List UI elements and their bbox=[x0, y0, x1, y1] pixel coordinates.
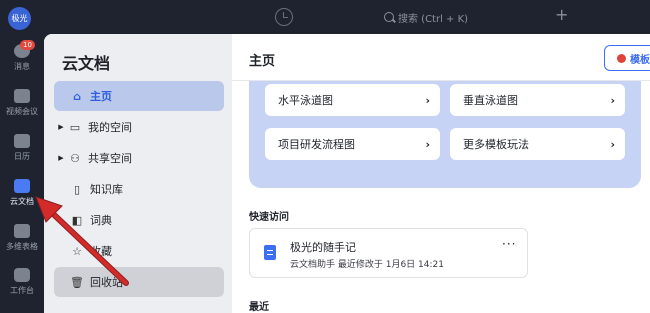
workbench-icon bbox=[14, 268, 30, 282]
chevron-right-icon: › bbox=[425, 93, 430, 107]
trash-icon: 🗑 bbox=[70, 275, 84, 289]
table-icon bbox=[14, 224, 30, 238]
rail-item-messages[interactable]: 10 消息 bbox=[0, 40, 44, 72]
app-rail: 10 消息 视频会议 日历 云文档 多维表格 工作台 bbox=[0, 34, 44, 313]
add-button[interactable]: + bbox=[555, 6, 568, 24]
doc-name: 极光的随手记 bbox=[290, 241, 356, 254]
templates-panel: 水平泳道图 › 垂直泳道图 › 项目研发流程图 › 更多模板玩法 › bbox=[249, 81, 641, 188]
template-logo-icon bbox=[617, 53, 626, 63]
rail-item-video[interactable]: 视频会议 bbox=[0, 89, 44, 117]
template-card[interactable]: 水平泳道图 › bbox=[265, 84, 440, 116]
cloud-doc-icon bbox=[14, 179, 30, 193]
expand-arrow-icon[interactable]: ▶ bbox=[54, 123, 68, 131]
chevron-right-icon: › bbox=[610, 137, 615, 151]
book-icon: ▯ bbox=[73, 182, 81, 196]
template-card-label: 水平泳道图 bbox=[278, 94, 333, 107]
search-icon bbox=[384, 12, 394, 22]
calendar-icon bbox=[14, 134, 30, 148]
template-card-label: 项目研发流程图 bbox=[278, 138, 355, 151]
doc-meta: 云文档助手 最近修改于 1月6日 14:21 bbox=[290, 260, 444, 270]
sidebar-item-trash[interactable]: 🗑 回收站 bbox=[54, 267, 224, 297]
search-bar[interactable]: 搜索 (Ctrl + K) bbox=[384, 8, 468, 26]
template-button-label: 模板 bbox=[630, 54, 650, 66]
content-pane: 主页 模板 水平泳道图 › 垂直泳道图 › 项目研发流程图 › 更多模板玩法 › bbox=[232, 34, 650, 313]
rail-label: 云文档 bbox=[10, 197, 34, 206]
doc-sidebar: 云文档 ⌂ 主页 ▶ ▭ 我的空间 ▶ ⚇ 共享空间 ▯ 知识库 ◧ 词典 ☆ … bbox=[44, 34, 232, 313]
sidebar-title: 云文档 bbox=[62, 54, 111, 73]
sidebar-item-favorites[interactable]: ☆ 收藏 bbox=[54, 236, 224, 266]
template-card-label: 更多模板玩法 bbox=[463, 138, 529, 151]
avatar[interactable]: 极光 bbox=[8, 7, 31, 30]
sidebar-item-label: 知识库 bbox=[90, 183, 123, 196]
rail-item-workbench[interactable]: 工作台 bbox=[0, 268, 44, 296]
sidebar-item-label: 主页 bbox=[90, 90, 112, 103]
home-icon: ⌂ bbox=[73, 89, 81, 103]
sidebar-item-home[interactable]: ⌂ 主页 bbox=[54, 81, 224, 111]
rail-item-cloud-doc[interactable]: 云文档 bbox=[0, 179, 44, 207]
more-options-button[interactable]: ··· bbox=[502, 237, 516, 251]
quick-access-doc-card[interactable]: 极光的随手记 云文档助手 最近修改于 1月6日 14:21 ··· bbox=[249, 228, 528, 278]
rail-item-calendar[interactable]: 日历 bbox=[0, 134, 44, 162]
template-card-label: 垂直泳道图 bbox=[463, 94, 518, 107]
rail-item-bitable[interactable]: 多维表格 bbox=[0, 224, 44, 252]
unread-badge: 10 bbox=[20, 40, 35, 50]
template-button[interactable]: 模板 bbox=[604, 45, 650, 71]
search-placeholder: 搜索 (Ctrl + K) bbox=[398, 13, 469, 25]
sidebar-item-label: 回收站 bbox=[90, 276, 123, 289]
sidebar-item-shared-space[interactable]: ▶ ⚇ 共享空间 bbox=[54, 143, 224, 173]
rail-label: 日历 bbox=[14, 152, 30, 161]
template-card[interactable]: 更多模板玩法 › bbox=[450, 128, 625, 160]
template-card[interactable]: 项目研发流程图 › bbox=[265, 128, 440, 160]
rail-label: 视频会议 bbox=[6, 107, 38, 116]
chevron-right-icon: › bbox=[610, 93, 615, 107]
rail-label: 消息 bbox=[14, 62, 30, 71]
template-card[interactable]: 垂直泳道图 › bbox=[450, 84, 625, 116]
dictionary-icon: ◧ bbox=[71, 213, 83, 227]
chevron-right-icon: › bbox=[425, 137, 430, 151]
video-icon bbox=[14, 89, 30, 103]
sidebar-item-label: 收藏 bbox=[90, 245, 112, 258]
sidebar-item-label: 词典 bbox=[90, 214, 112, 227]
sidebar-item-dictionary[interactable]: ◧ 词典 bbox=[54, 205, 224, 235]
recent-title: 最近 bbox=[249, 302, 269, 313]
main-area: 云文档 ⌂ 主页 ▶ ▭ 我的空间 ▶ ⚇ 共享空间 ▯ 知识库 ◧ 词典 ☆ … bbox=[44, 34, 650, 313]
star-icon: ☆ bbox=[72, 244, 82, 258]
sidebar-item-label: 我的空间 bbox=[88, 121, 132, 134]
sidebar-item-label: 共享空间 bbox=[88, 152, 132, 165]
quick-access-title: 快速访问 bbox=[249, 212, 289, 223]
folder-icon: ▭ bbox=[69, 120, 81, 134]
page-title: 主页 bbox=[249, 54, 276, 69]
expand-arrow-icon[interactable]: ▶ bbox=[54, 154, 68, 162]
sidebar-item-wiki[interactable]: ▯ 知识库 bbox=[54, 174, 224, 204]
top-bar: 极光 搜索 (Ctrl + K) + bbox=[0, 0, 650, 34]
rail-label: 多维表格 bbox=[6, 242, 38, 251]
document-icon bbox=[264, 245, 276, 260]
rail-label: 工作台 bbox=[10, 286, 34, 295]
sidebar-item-my-space[interactable]: ▶ ▭ 我的空间 bbox=[54, 112, 224, 142]
share-icon: ⚇ bbox=[70, 151, 80, 165]
history-icon[interactable] bbox=[275, 8, 293, 26]
